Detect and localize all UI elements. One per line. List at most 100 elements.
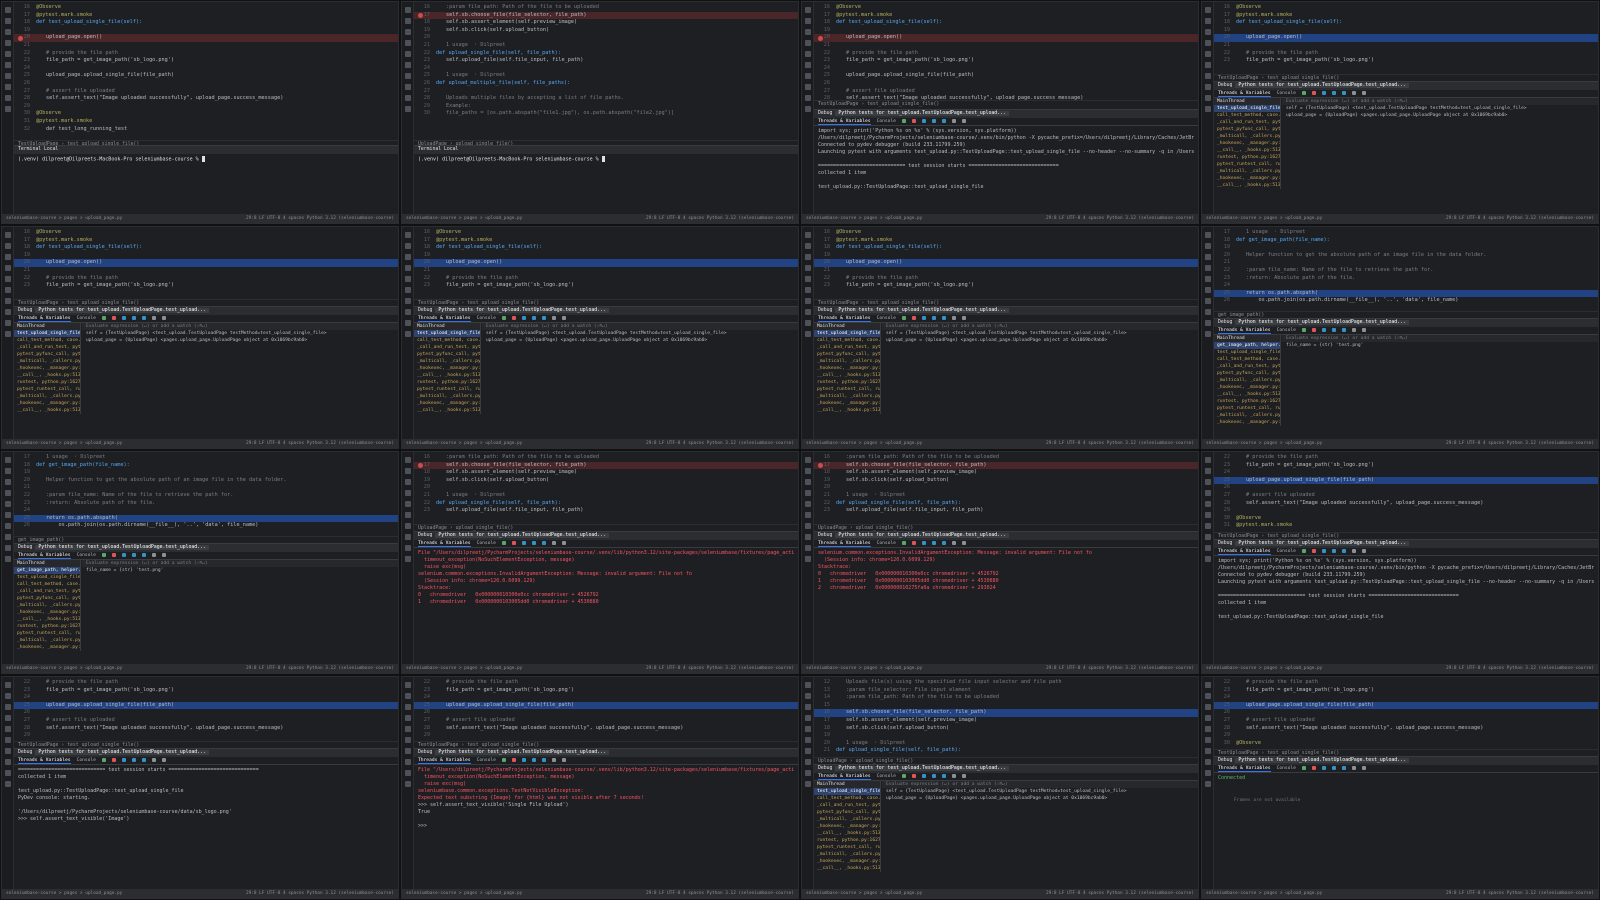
resume-icon[interactable]: [1301, 90, 1306, 95]
settings-icon[interactable]: [1361, 90, 1366, 95]
code-line[interactable]: 20 1 usage · Dilpreet: [814, 740, 1198, 748]
status-breadcrumb[interactable]: seleniumbase-course > pages > upload_pag…: [6, 889, 122, 898]
status-breadcrumb[interactable]: seleniumbase-course > pages > upload_pag…: [406, 214, 522, 223]
problems-icon[interactable]: [804, 534, 811, 540]
step-into-icon[interactable]: [1331, 765, 1336, 770]
stack-frame[interactable]: pytest_pyfunc_call, python.py:194: [814, 351, 880, 358]
step-out-icon[interactable]: [141, 315, 146, 320]
debug-icon[interactable]: [404, 512, 411, 518]
status-info[interactable]: 29:8 LF UTF-8 4 spaces Python 3.12 (sele…: [1446, 439, 1594, 448]
code-line[interactable]: 25 upload_page.upload_single_file(file_pa…: [1214, 476, 1598, 485]
commit-icon[interactable]: [4, 18, 11, 24]
debug-icon[interactable]: [4, 737, 11, 743]
problems-icon[interactable]: [404, 309, 411, 315]
code-line[interactable]: 25 upload_page.upload_single_file(file_pa…: [814, 72, 1198, 80]
code-editor[interactable]: 22 # provide the file path 23 file_path = g…: [414, 679, 798, 740]
stack-frame[interactable]: _multicall, _callers.py:103: [814, 816, 880, 823]
project-icon[interactable]: [804, 457, 811, 463]
commit-icon[interactable]: [4, 243, 11, 249]
code-line[interactable]: 25 upload_page.upload_single_file(file_pa…: [14, 701, 398, 710]
code-line[interactable]: 17 1 usage · Dilpreet: [1214, 229, 1598, 237]
frames-list[interactable]: MainThreadtest_upload_single_file, test_…: [814, 323, 881, 414]
status-breadcrumb[interactable]: seleniumbase-course > pages > upload_pag…: [1206, 664, 1322, 673]
code-line[interactable]: 22 # provide the file path: [414, 275, 798, 283]
code-line[interactable]: 24: [14, 65, 398, 73]
terminal-icon[interactable]: [1204, 95, 1211, 101]
terminal-icon[interactable]: [4, 320, 11, 326]
project-icon[interactable]: [404, 7, 411, 13]
code-line[interactable]: 18 self.sb.assert_element(self.preview_im…: [414, 19, 798, 27]
code-line[interactable]: 19: [814, 252, 1198, 260]
step-out-icon[interactable]: [1341, 327, 1346, 332]
stack-frame[interactable]: runtest, python.py:1627: [14, 623, 80, 630]
evaluate-expression-input[interactable]: Evaluate expression (↵) or add a watch (…: [1282, 98, 1598, 105]
variables-panel[interactable]: Evaluate expression (↵) or add a watch (…: [1282, 98, 1598, 119]
code-line[interactable]: 21: [14, 42, 398, 50]
step-out-icon[interactable]: [1341, 90, 1346, 95]
mute-breakpoints-icon[interactable]: [151, 757, 156, 762]
thread-selector[interactable]: MainThread: [814, 323, 880, 330]
stack-frame[interactable]: __call__, _hooks.py:513: [1214, 182, 1280, 189]
console-output[interactable]: Connected: [1214, 773, 1598, 784]
stack-frame[interactable]: __call__, _hooks.py:513: [814, 830, 880, 837]
stack-frame[interactable]: pytest_pyfunc_call, python.py:194: [1214, 370, 1280, 377]
step-over-icon[interactable]: [121, 552, 126, 557]
project-icon[interactable]: [804, 7, 811, 13]
code-line[interactable]: 20 Helper function to get the absolute pa…: [14, 477, 398, 485]
code-line[interactable]: 16:param file_path: Path of the file to …: [414, 4, 798, 12]
code-editor[interactable]: 16 @Observe 17 @pytest.mark.smoke 18 def test…: [814, 4, 1198, 103]
stack-frame[interactable]: _hookexec, _manager.py:120: [414, 365, 480, 372]
run-icon[interactable]: [1204, 276, 1211, 282]
tab-threads-variables[interactable]: Threads & Variables: [18, 316, 71, 322]
code-line[interactable]: 28 self.assert_text("Image uploaded succe…: [14, 95, 398, 103]
run-icon[interactable]: [4, 276, 11, 282]
resume-icon[interactable]: [501, 315, 506, 320]
code-line[interactable]: 22 # provide the file path: [1214, 50, 1598, 58]
debug-session-tab[interactable]: Python tests for test_upload.TestUploadP…: [1235, 320, 1409, 325]
status-breadcrumb[interactable]: seleniumbase-course > pages > upload_pag…: [806, 439, 922, 448]
services-icon[interactable]: [404, 298, 411, 304]
structure-icon[interactable]: [1204, 29, 1211, 35]
structure-icon[interactable]: [1204, 704, 1211, 710]
stop-icon[interactable]: [511, 540, 516, 545]
code-editor[interactable]: 16 @Observe 17 @pytest.mark.smoke 18 def test…: [14, 4, 398, 133]
code-editor[interactable]: 17 1 usage · Dilpreet 18 def get_image_path…: [1214, 229, 1598, 305]
status-breadcrumb[interactable]: seleniumbase-course > pages > upload_pag…: [6, 664, 122, 673]
code-line[interactable]: 22 # provide the file path: [14, 679, 398, 687]
code-line[interactable]: 20 upload_page.open(): [1214, 34, 1598, 42]
tab-threads-variables[interactable]: Threads & Variables: [18, 758, 71, 764]
code-line[interactable]: 19: [14, 252, 398, 260]
code-line[interactable]: 24: [814, 65, 1198, 73]
variable-row[interactable]: file_name = {str} 'test.png': [1282, 342, 1598, 349]
status-breadcrumb[interactable]: seleniumbase-course > pages > upload_pag…: [406, 889, 522, 898]
code-line[interactable]: 19: [1214, 27, 1598, 35]
stack-frame[interactable]: _hookexec, _manager.py:120: [14, 400, 80, 407]
stack-frame[interactable]: pytest_runtest_call, runner.py:174: [414, 386, 480, 393]
code-line[interactable]: 17 @pytest.mark.smoke: [14, 237, 398, 245]
commit-icon[interactable]: [404, 243, 411, 249]
status-breadcrumb[interactable]: seleniumbase-course > pages > upload_pag…: [6, 439, 122, 448]
code-line[interactable]: 23 file_path = get_image_path('sb_logo.pn…: [14, 687, 398, 695]
settings-icon[interactable]: [561, 757, 566, 762]
stack-frame[interactable]: _multicall, _callers.py:103: [1214, 168, 1280, 175]
stack-frame[interactable]: _multicall, _callers.py:103: [1214, 133, 1280, 140]
debug-icon[interactable]: [1204, 737, 1211, 743]
code-line[interactable]: 21: [814, 267, 1198, 275]
stack-frame[interactable]: test_upload_single_file, test_upload.py: [1214, 105, 1280, 112]
variable-row[interactable]: self = {TestUploadPage} <test_upload.Tes…: [482, 330, 798, 337]
code-line[interactable]: 27 # assert file uploaded: [14, 88, 398, 96]
step-over-icon[interactable]: [921, 773, 926, 778]
console-output[interactable]: selenium.common.exceptions.InvalidArgume…: [814, 548, 1198, 594]
stack-frame[interactable]: _hookexec, _manager.py:120: [14, 644, 80, 651]
status-breadcrumb[interactable]: seleniumbase-course > pages > upload_pag…: [806, 664, 922, 673]
code-line[interactable]: 23 file_path = get_image_path('sb_logo.pn…: [814, 57, 1198, 65]
resume-icon[interactable]: [1301, 548, 1306, 553]
stack-frame[interactable]: _multicall, _callers.py:103: [814, 851, 880, 858]
project-icon[interactable]: [4, 7, 11, 13]
terminal-output[interactable]: (.venv) dilpreet@Dilpreets-MacBook-Pro s…: [14, 154, 398, 166]
git-icon[interactable]: [4, 556, 11, 562]
code-line[interactable]: 16 @Observe: [14, 229, 398, 237]
debug-session-tab[interactable]: Python tests for test_upload.TestUploadP…: [435, 533, 609, 538]
stop-icon[interactable]: [911, 118, 916, 123]
stack-frame[interactable]: test_upload_single_file, test_upload.py: [814, 788, 880, 795]
